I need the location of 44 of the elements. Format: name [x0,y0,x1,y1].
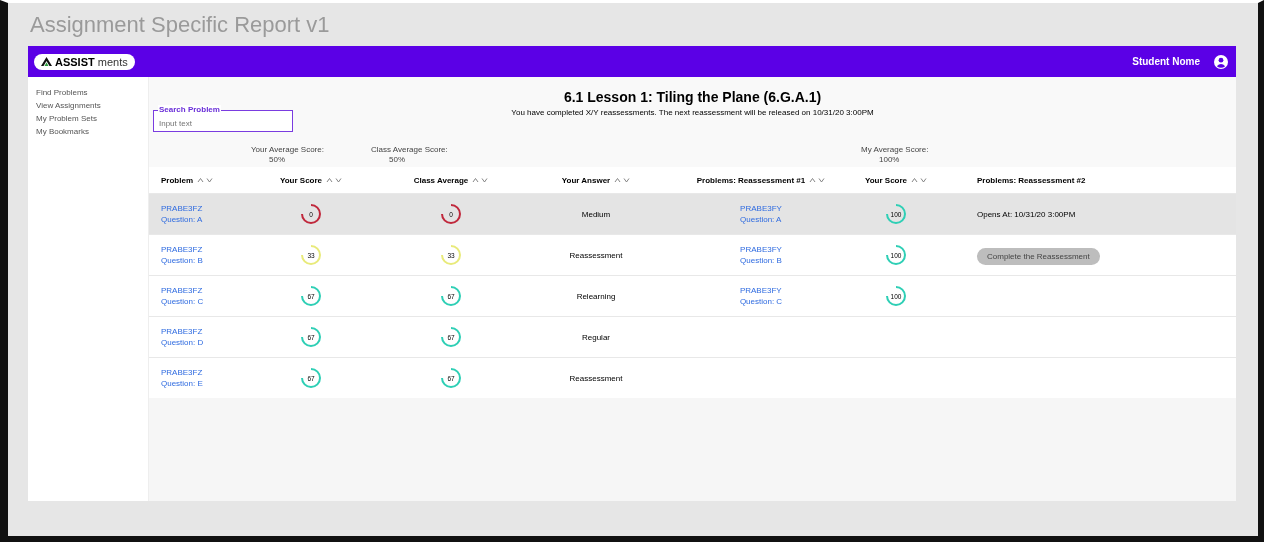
report-title: 6.1 Lesson 1: Tiling the Plane (6.G.A.1) [562,89,823,105]
sort-icon[interactable] [911,177,928,183]
average-score-label: My Average Score: [861,145,930,155]
complete-reassessment-button[interactable]: Complete the Reassessment [977,248,1100,265]
average-score-value: 50% [388,155,406,165]
sort-icon[interactable] [197,177,213,183]
answer-text: Relearning [575,291,617,301]
problem-link[interactable]: PRABE3FZ Question: C [161,285,251,307]
sort-icon[interactable] [326,177,343,183]
answer-text: Reassessment [568,250,624,260]
report-subtitle: You have completed X/Y reassessments. The next reassessment will be released on 10/31/20 3:00PM [511,108,874,117]
problem-link[interactable]: PRABE3FY Question: A [740,203,782,225]
sort-icon[interactable] [614,177,631,183]
column-header[interactable]: Problems: Reassessment #1 [661,175,861,185]
user-name: Student Nome [1132,56,1200,67]
average-score-label: Your Average Score: [251,145,325,155]
page-title: Assignment Specific Report v1 [29,10,331,39]
column-header[interactable]: Your Answer [531,175,661,185]
column-header[interactable]: Your Score [861,175,931,185]
opens-at-text: Opens At: 10/31/20 3:00PM [976,209,1077,219]
sort-icon[interactable] [809,177,826,183]
column-header[interactable]: Problems: Reassessment #2 [931,175,1236,185]
problem-link[interactable]: PRABE3FY Question: B [740,244,782,266]
answer-text: Medium [580,209,612,219]
problem-link[interactable]: PRABE3FZ Question: A [161,203,251,225]
answer-text: Regular [581,332,611,342]
column-header[interactable]: Class Average [371,175,531,185]
logo[interactable]: ASSIST ments [34,53,135,70]
problem-link[interactable]: PRABE3FY Question: C [739,285,783,307]
sort-icon[interactable] [472,177,489,183]
problem-link[interactable]: PRABE3FZ Question: D [161,326,251,348]
sidebar-link[interactable]: View Assignments [36,100,148,111]
sidebar-link[interactable]: My Bookmarks [36,126,148,137]
column-header[interactable]: Problem [161,175,251,185]
average-score-value: 50% [268,155,286,165]
account-icon[interactable] [1214,54,1228,69]
column-header[interactable]: Your Score [251,175,371,185]
answer-text: Reassessment [568,373,624,383]
problem-link[interactable]: PRABE3FZ Question: E [161,367,251,389]
sidebar-link[interactable]: My Problem Sets [36,113,148,124]
sidebar-link[interactable]: Find Problems [36,87,148,98]
average-score-value: 100% [878,155,901,165]
average-score-label: Class Average Score: [371,145,449,155]
problem-link[interactable]: PRABE3FZ Question: B [161,244,251,266]
